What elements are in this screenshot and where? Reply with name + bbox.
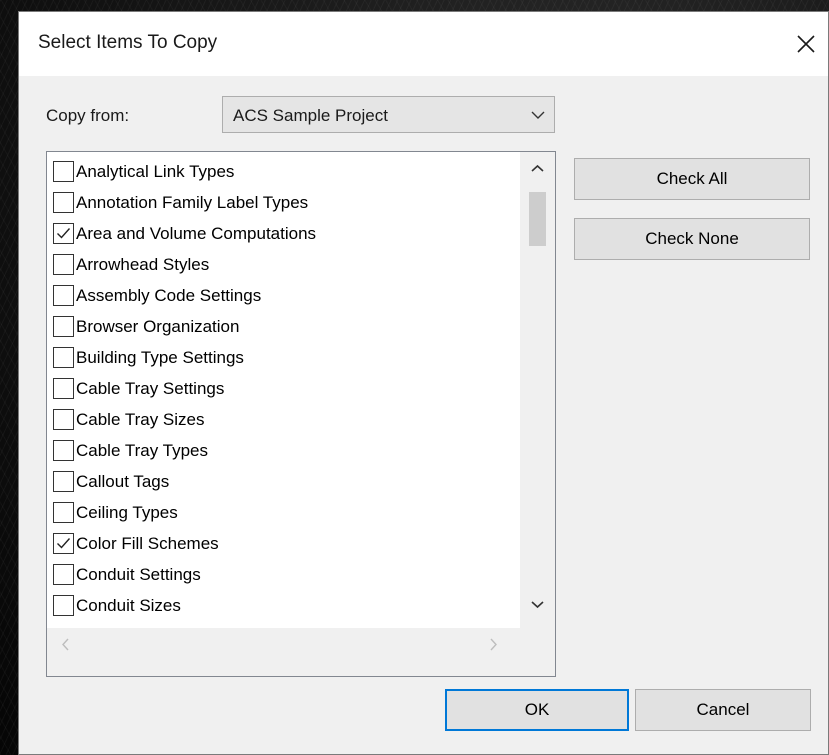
checklist-item[interactable]: Color Fill Schemes [53,528,219,559]
checklist-item[interactable]: Analytical Link Types [53,156,234,187]
checkbox[interactable] [53,471,74,492]
checklist-item-label: Ceiling Types [76,502,178,522]
dialog-title: Select Items To Copy [38,32,218,53]
copy-from-dropdown[interactable]: ACS Sample Project [222,96,555,133]
checkbox[interactable] [53,347,74,368]
scroll-up-icon[interactable] [531,164,544,173]
copy-from-label: Copy from: [46,106,130,125]
select-items-dialog: Select Items To Copy Copy from: ACS Samp… [18,11,829,755]
checkbox[interactable] [53,440,74,461]
items-checklist[interactable]: Analytical Link Types Annotation Family L… [46,151,556,677]
checklist-item[interactable]: Browser Organization [53,311,239,342]
checklist-item-label: Browser Organization [76,316,240,336]
checklist-item-label: Assembly Code Settings [76,285,262,305]
checkbox[interactable] [53,595,74,616]
checkbox[interactable] [53,502,74,523]
checklist-item-label: Building Type Settings [76,347,244,367]
checkbox[interactable] [53,316,74,337]
checklist-item-label: Conduit Sizes [76,595,181,615]
items-list: Analytical Link Types Annotation Family L… [47,152,519,628]
checkbox[interactable] [53,161,74,182]
checklist-item[interactable]: Cable Tray Sizes [53,404,205,435]
checklist-item-label: Cable Tray Sizes [76,409,205,429]
checklist-item-label: Color Fill Schemes [76,533,219,553]
checklist-item-label: Conduit Settings [76,564,201,584]
close-button[interactable] [784,24,828,64]
scroll-down-icon[interactable] [531,600,544,609]
title-bar: Select Items To Copy [19,12,828,76]
cancel-button[interactable]: Cancel [635,689,811,731]
checklist-item-label: Cable Tray Settings [76,378,225,398]
checkbox-checked[interactable] [53,533,74,554]
checklist-item[interactable]: Cable Tray Types [53,435,208,466]
checklist-item[interactable]: Cable Tray Settings [53,373,224,404]
checklist-item[interactable]: Assembly Code Settings [53,280,261,311]
scrollbar-corner [520,628,555,676]
checklist-item[interactable]: Conduit Settings [53,559,201,590]
ok-button[interactable]: OK [445,689,629,731]
checklist-item-label: Area and Volume Computations [76,223,317,243]
checklist-item[interactable]: Conduit Sizes [53,590,181,621]
chevron-down-icon [531,111,545,119]
close-icon [797,35,815,53]
horizontal-scrollbar[interactable] [47,628,520,676]
checklist-item-label: Analytical Link Types [76,161,235,181]
checkbox[interactable] [53,564,74,585]
scroll-left-icon[interactable] [61,638,70,651]
checklist-item[interactable]: Callout Tags [53,466,169,497]
checkbox[interactable] [53,285,74,306]
checklist-item[interactable]: Building Type Settings [53,342,244,373]
checkbox[interactable] [53,192,74,213]
checklist-item[interactable]: Ceiling Types [53,497,178,528]
checklist-item[interactable]: Area and Volume Computations [53,218,316,249]
checklist-item-label: Arrowhead Styles [76,254,210,274]
check-none-button[interactable]: Check None [574,218,810,260]
checkbox-checked[interactable] [53,223,74,244]
checkmark-icon [57,538,71,549]
copy-from-value: ACS Sample Project [233,106,388,125]
checkmark-icon [57,228,71,239]
scroll-right-icon[interactable] [489,638,498,651]
checkbox[interactable] [53,254,74,275]
checklist-item-label: Cable Tray Types [76,440,208,460]
checklist-item-label: Callout Tags [76,471,170,491]
checklist-item[interactable]: Annotation Family Label Types [53,187,308,218]
checklist-item-label: Annotation Family Label Types [76,192,309,212]
checkbox[interactable] [53,409,74,430]
vertical-scrollbar[interactable] [520,152,555,628]
check-all-button[interactable]: Check All [574,158,810,200]
checklist-item[interactable]: Arrowhead Styles [53,249,209,280]
checkbox[interactable] [53,378,74,399]
vertical-scroll-thumb[interactable] [529,192,546,246]
